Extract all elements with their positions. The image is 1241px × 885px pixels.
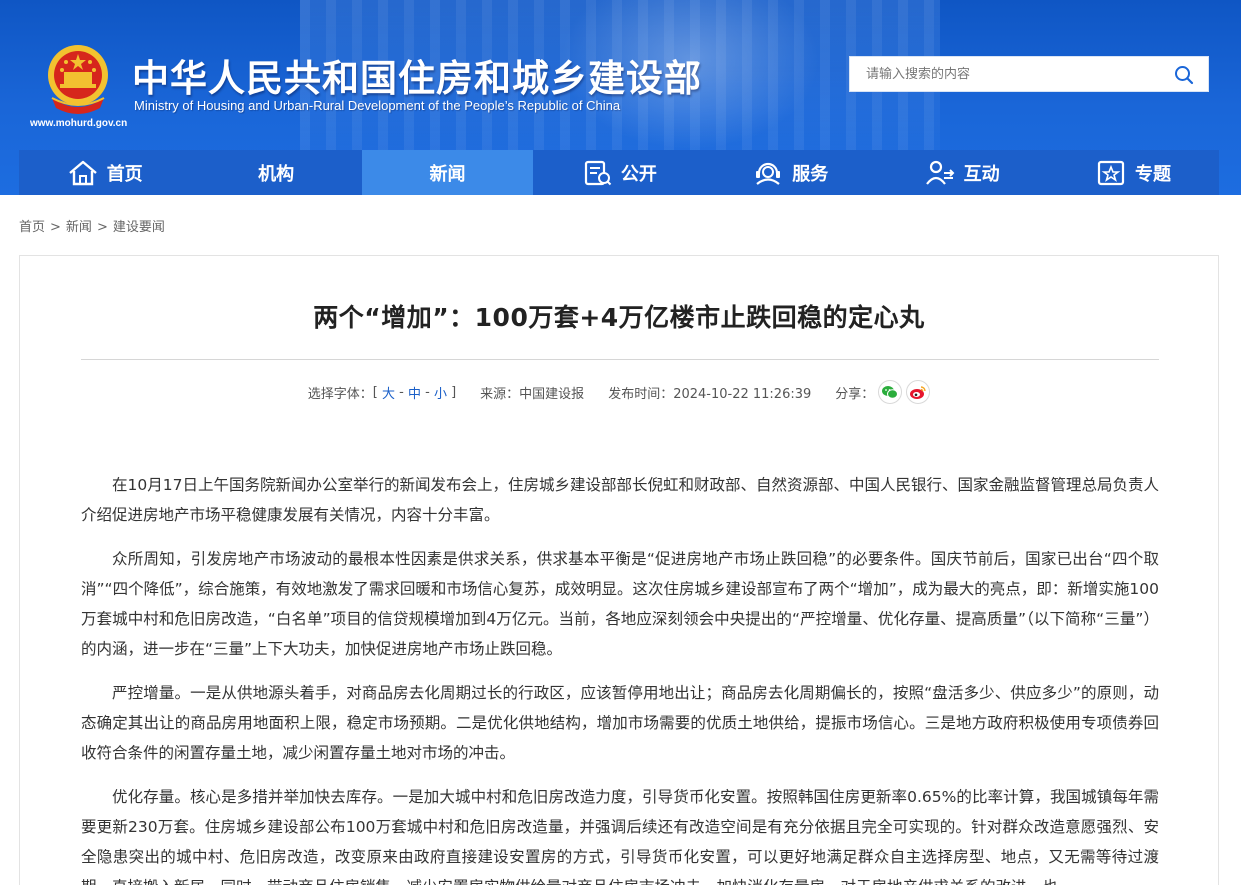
nav-item-label: 公开: [620, 163, 657, 185]
article-source: 来源：中国建设报: [480, 386, 585, 402]
site-title-chinese: 中华人民共和国住房和城乡建设部: [132, 57, 702, 100]
font-size-dash: -: [399, 384, 404, 400]
font-size-dash: -: [425, 384, 430, 400]
breadcrumb-separator: >: [50, 220, 61, 235]
nav-item-label: 互动: [963, 163, 1000, 185]
star-box-icon: [1095, 159, 1127, 187]
nav-item-service[interactable]: 服务: [705, 150, 876, 195]
font-size-small-link[interactable]: 小: [434, 383, 447, 402]
breadcrumb-home[interactable]: 首页: [19, 220, 45, 235]
search-box: [849, 56, 1209, 92]
nav-item-disclosure[interactable]: 公开: [533, 150, 704, 195]
weibo-share-icon[interactable]: [906, 380, 931, 404]
nav-item-home[interactable]: 首页: [19, 150, 190, 195]
publish-time: 发布时间：2024-10-22 11:26:39: [608, 386, 812, 402]
wechat-share-icon[interactable]: [878, 380, 903, 404]
home-icon: [67, 159, 99, 187]
share-group: 分享：: [835, 380, 931, 404]
article-meta: 选择字体： [ 大 - 中 - 小 ] 来源：中国建设报 发布时间：2024-1…: [20, 380, 1218, 404]
search-icon[interactable]: [1174, 65, 1194, 85]
article-paragraph: 在10月17日上午国务院新闻办公室举行的新闻发布会上，住房城乡建设部部长倪虹和财…: [81, 476, 1159, 524]
nav-item-organization[interactable]: 机构: [190, 150, 361, 195]
font-size-selector: 选择字体： [ 大 - 中 - 小 ]: [308, 383, 456, 402]
article-paragraph: 众所周知，引发房地产市场波动的最根本性因素是供求关系，供求基本平衡是“促进房地产…: [81, 550, 1159, 658]
document-icon: [581, 159, 613, 187]
article-container: 两个“增加”：100万套+4万亿楼市止跌回稳的定心丸 选择字体： [ 大 - 中…: [19, 255, 1219, 885]
breadcrumb-news[interactable]: 新闻: [66, 220, 92, 235]
font-size-medium-link[interactable]: 中: [408, 383, 421, 402]
share-label: 分享：: [835, 386, 875, 402]
nav-item-interaction[interactable]: 互动: [876, 150, 1047, 195]
nav-item-label: 首页: [106, 163, 143, 185]
service-icon: [752, 159, 784, 187]
search-input[interactable]: [850, 57, 1160, 91]
nav-item-label: 新闻: [429, 163, 466, 185]
article-body: 在10月17日上午国务院新闻办公室举行的新闻发布会上，住房城乡建设部部长倪虹和财…: [81, 470, 1159, 885]
nav-item-label: 服务: [792, 163, 829, 185]
main-navigation: 首页 机构 新闻 公开 服务 互动 专题: [19, 150, 1219, 195]
font-size-bracket-open: [: [372, 384, 378, 400]
article-title: 两个“增加”：100万套+4万亿楼市止跌回稳的定心丸: [313, 303, 925, 332]
breadcrumb-separator: >: [96, 220, 108, 235]
interaction-icon: [924, 159, 956, 187]
nav-item-label: 机构: [258, 163, 295, 185]
nav-item-news[interactable]: 新闻: [361, 150, 534, 195]
breadcrumb-construction-news[interactable]: 建设要闻: [113, 220, 165, 235]
nav-item-label: 专题: [1135, 163, 1172, 185]
font-size-label: 选择字体：: [307, 386, 373, 402]
national-emblem-icon: [44, 42, 112, 114]
font-size-large-link[interactable]: 大: [382, 383, 395, 402]
site-url: www.mohurd.gov.cn: [30, 118, 128, 129]
site-title-english: Ministry of Housing and Urban-Rural Deve…: [134, 98, 621, 113]
font-size-bracket-close: ]: [451, 384, 457, 400]
title-divider: [81, 359, 1159, 360]
article-paragraph: 优化存量。核心是多措并举加快去库存。一是加大城中村和危旧房改造力度，引导货币化安…: [81, 788, 1159, 885]
article-paragraph: 严控增量。一是从供地源头着手，对商品房去化周期过长的行政区，应该暂停用地出让；商…: [81, 684, 1159, 762]
breadcrumb: 首页 > 新闻 > 建设要闻: [19, 216, 165, 235]
nav-item-special-topics[interactable]: 专题: [1047, 150, 1218, 195]
